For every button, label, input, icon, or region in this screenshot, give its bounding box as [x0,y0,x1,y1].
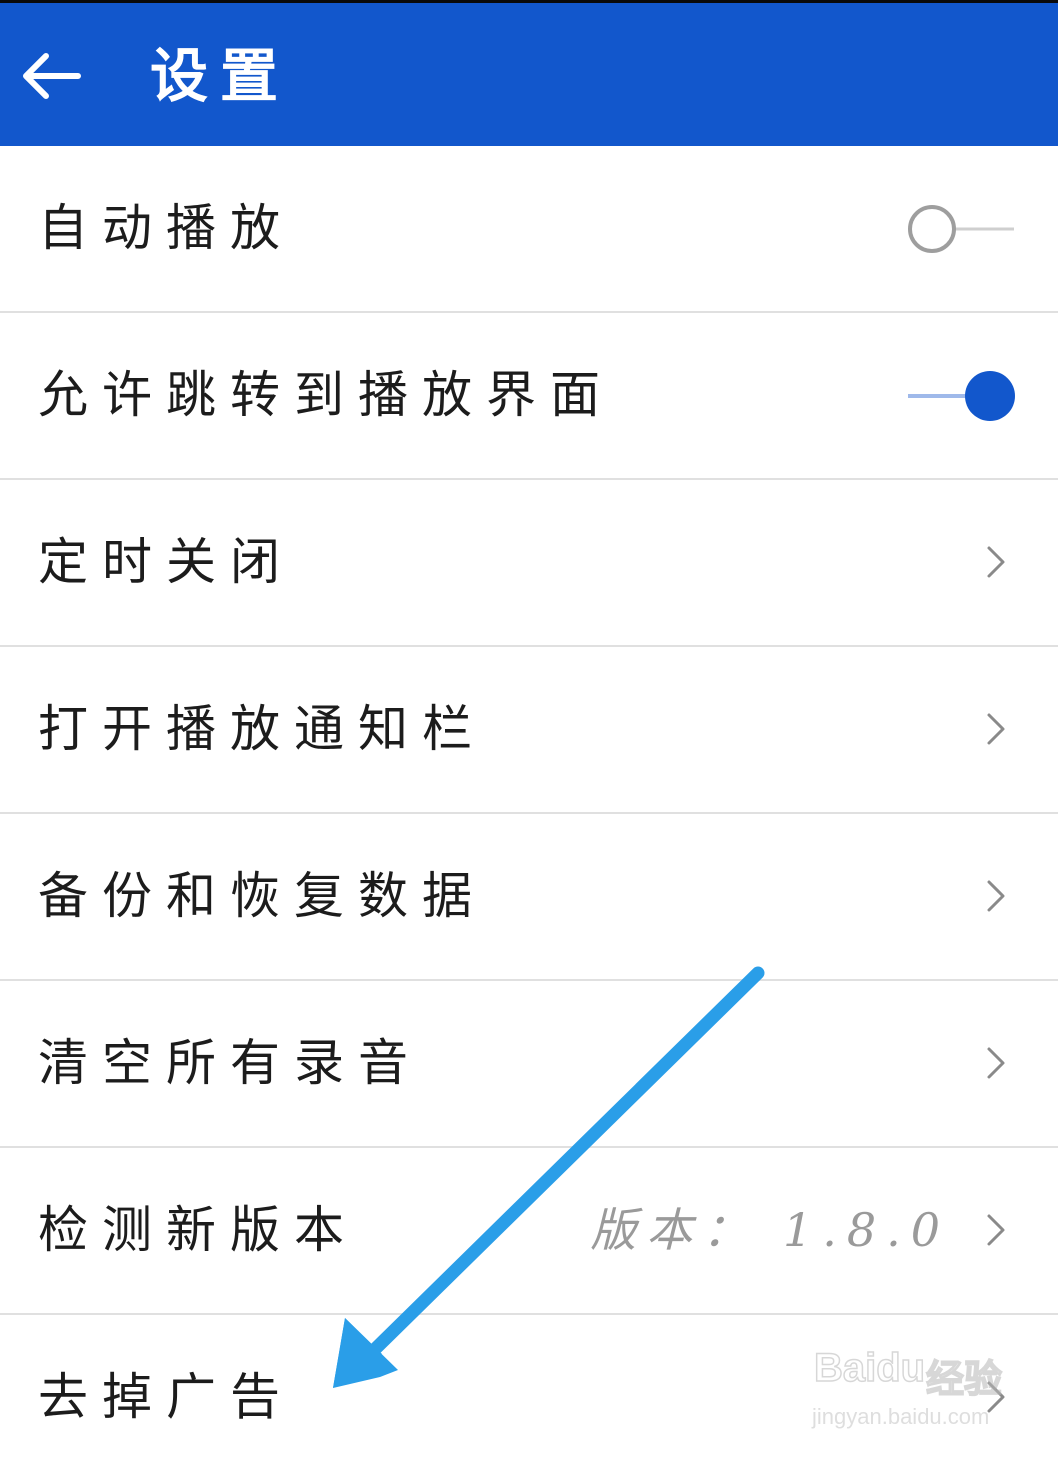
settings-screen: 设置 自动播放 允许跳转到播放界面 定时关闭 打开播放通知栏 备份和恢复数据 清… [0,0,1058,1465]
version-value: 版本： 1.8.0 [590,1203,950,1257]
settings-list: 自动播放 允许跳转到播放界面 定时关闭 打开播放通知栏 备份和恢复数据 清空所有… [0,146,1058,1465]
baidu-jingyan-watermark: Baidu 经验 jingyan.baidu.com [808,1345,1008,1446]
chevron-right-icon [987,546,1005,578]
setting-row-timer-close[interactable]: 定时关闭 [0,480,1058,647]
setting-row-check-update[interactable]: 检测新版本 版本： 1.8.0 [0,1148,1058,1315]
page-title: 设置 [150,42,291,110]
setting-label: 备份和恢复数据 [38,867,486,925]
watermark-brand: Baidu [813,1345,926,1391]
app-bar: 设置 [0,0,1058,146]
chevron-right-icon [987,880,1005,912]
setting-row-backup-restore[interactable]: 备份和恢复数据 [0,814,1058,981]
auto-play-toggle[interactable] [906,201,1018,257]
setting-row-allow-jump[interactable]: 允许跳转到播放界面 [0,313,1058,480]
setting-label: 允许跳转到播放界面 [38,366,614,424]
setting-label: 打开播放通知栏 [38,700,486,758]
setting-row-clear-recordings[interactable]: 清空所有录音 [0,981,1058,1148]
chevron-right-icon [987,1214,1005,1246]
back-button[interactable] [14,39,88,113]
setting-label: 去掉广告 [38,1368,294,1426]
setting-row-auto-play[interactable]: 自动播放 [0,146,1058,313]
setting-label: 清空所有录音 [38,1034,422,1092]
setting-label: 自动播放 [38,199,294,257]
setting-label: 检测新版本 [38,1201,358,1259]
watermark-sub: 经验 [925,1358,1003,1402]
chevron-right-icon [987,713,1005,745]
arrow-left-icon [23,53,81,99]
setting-label: 定时关闭 [38,533,294,591]
setting-row-notification-bar[interactable]: 打开播放通知栏 [0,647,1058,814]
allow-jump-toggle[interactable] [906,368,1018,424]
chevron-right-icon [987,1047,1005,1079]
watermark-url: jingyan.baidu.com [812,1404,990,1429]
